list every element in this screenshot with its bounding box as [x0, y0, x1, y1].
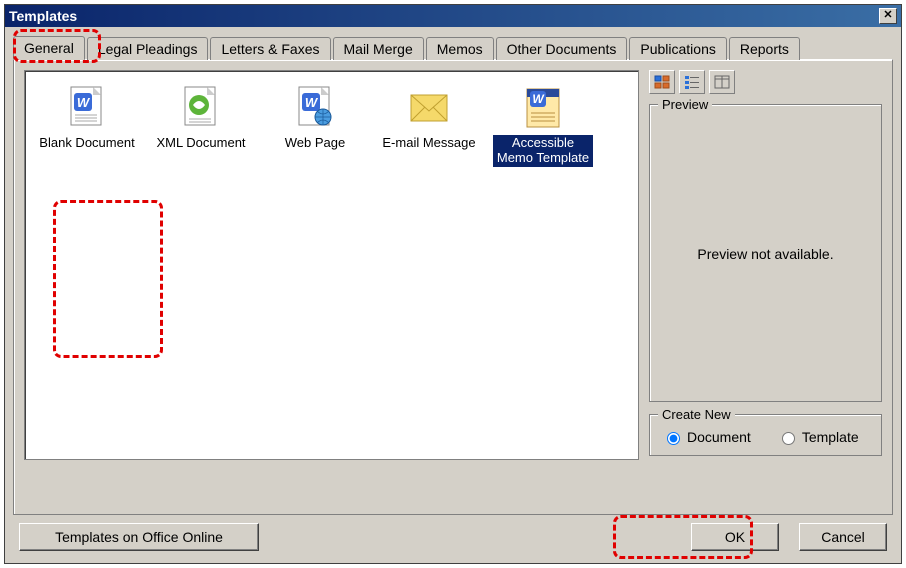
view-list-button[interactable] — [679, 70, 705, 94]
tab-memos[interactable]: Memos — [426, 37, 494, 60]
tab-general[interactable]: General — [13, 36, 85, 60]
tab-reports[interactable]: Reports — [729, 37, 800, 60]
templates-office-online-button[interactable]: Templates on Office Online — [19, 523, 259, 551]
create-new-group-label: Create New — [658, 407, 735, 422]
tab-legal-pleadings[interactable]: Legal Pleadings — [87, 37, 209, 60]
svg-text:W: W — [532, 92, 545, 106]
template-item-xml-document[interactable]: XML Document — [151, 83, 251, 167]
svg-text:W: W — [305, 95, 319, 110]
create-new-label: Template — [802, 429, 859, 445]
template-item-e-mail-message[interactable]: E-mail Message — [379, 83, 479, 167]
preview-group: Preview Preview not available. — [649, 104, 882, 402]
templates-dialog: Templates ✕ GeneralLegal PleadingsLetter… — [4, 4, 902, 564]
tab-panel: W Blank Document XML Document W Web Page E-ma… — [13, 59, 893, 515]
xml-doc-icon — [177, 83, 225, 131]
dialog-button-bar: Templates on Office Online OK Cancel — [5, 523, 901, 563]
template-item-web-page[interactable]: W Web Page — [265, 83, 365, 167]
create-new-group: Create New DocumentTemplate — [649, 414, 882, 456]
create-new-radio-template[interactable] — [782, 432, 795, 445]
tab-publications[interactable]: Publications — [629, 37, 727, 60]
svg-text:W: W — [77, 95, 91, 110]
create-new-option-template[interactable]: Template — [777, 429, 859, 445]
ok-button[interactable]: OK — [691, 523, 779, 551]
preview-group-label: Preview — [658, 97, 712, 112]
word-template-icon: W — [519, 83, 567, 131]
template-label: Accessible Memo Template — [493, 135, 593, 167]
template-label: Web Page — [283, 135, 347, 152]
word-doc-icon: W — [63, 83, 111, 131]
tab-letters-faxes[interactable]: Letters & Faxes — [210, 37, 330, 60]
tab-strip: GeneralLegal PleadingsLetters & FaxesMai… — [13, 35, 893, 59]
tab-mail-merge[interactable]: Mail Merge — [333, 37, 424, 60]
template-label: Blank Document — [37, 135, 136, 152]
web-page-icon: W — [291, 83, 339, 131]
template-label: XML Document — [154, 135, 247, 152]
cancel-button[interactable]: Cancel — [799, 523, 887, 551]
view-mode-buttons — [649, 70, 882, 94]
template-list: W Blank Document XML Document W Web Page E-ma… — [24, 70, 639, 460]
titlebar: Templates ✕ — [5, 5, 901, 27]
create-new-label: Document — [687, 429, 751, 445]
view-details-button[interactable] — [709, 70, 735, 94]
close-button[interactable]: ✕ — [879, 8, 897, 24]
create-new-radio-document[interactable] — [667, 432, 680, 445]
preview-content: Preview not available. — [658, 115, 873, 393]
template-item-accessible-memo-template[interactable]: W Accessible Memo Template — [493, 83, 593, 167]
window-title: Templates — [9, 8, 77, 24]
tab-other-documents[interactable]: Other Documents — [496, 37, 628, 60]
email-icon — [405, 83, 453, 131]
right-pane: Preview Preview not available. Create Ne… — [649, 70, 882, 504]
view-large-icons-button[interactable] — [649, 70, 675, 94]
preview-message: Preview not available. — [697, 246, 833, 262]
template-label: E-mail Message — [380, 135, 477, 152]
template-item-blank-document[interactable]: W Blank Document — [37, 83, 137, 167]
create-new-option-document[interactable]: Document — [662, 429, 751, 445]
